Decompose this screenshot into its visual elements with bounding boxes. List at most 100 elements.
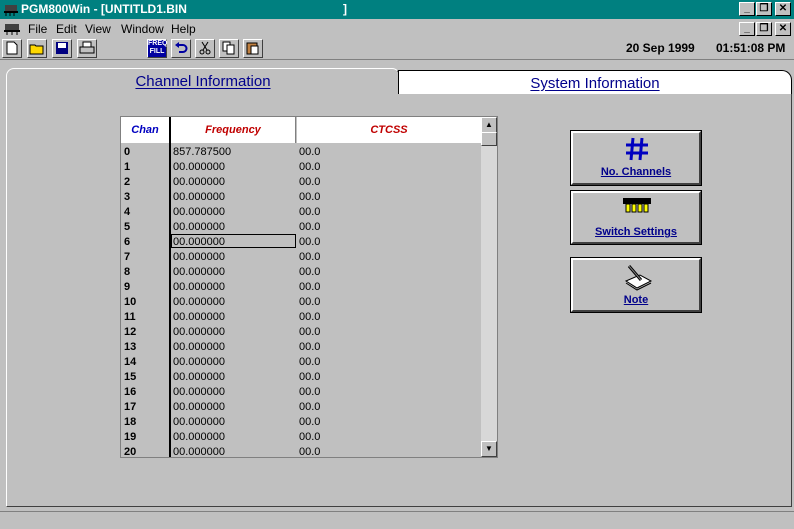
minimize-button[interactable]: _ — [739, 2, 755, 16]
cell-ctcss[interactable]: 00.0 — [299, 235, 320, 249]
cell-ctcss[interactable]: 00.0 — [299, 445, 320, 457]
cell-ctcss[interactable]: 00.0 — [299, 160, 320, 174]
table-row[interactable]: 16 00.000000 00.0 — [121, 385, 481, 400]
cell-ctcss[interactable]: 00.0 — [299, 430, 320, 444]
child-close-button[interactable]: ✕ — [775, 22, 791, 36]
menu-window[interactable]: Window — [121, 22, 164, 36]
cell-ctcss[interactable]: 00.0 — [299, 190, 320, 204]
table-row[interactable]: 14 00.000000 00.0 — [121, 355, 481, 370]
menu-edit[interactable]: Edit — [56, 22, 77, 36]
cell-ctcss[interactable]: 00.0 — [299, 400, 320, 414]
cell-ctcss[interactable]: 00.0 — [299, 415, 320, 429]
print-button[interactable] — [77, 39, 97, 58]
cell-frequency[interactable]: 00.000000 — [173, 355, 225, 369]
cell-ctcss[interactable]: 00.0 — [299, 310, 320, 324]
tab-system-information[interactable]: System Information — [398, 70, 792, 94]
cell-frequency[interactable]: 00.000000 — [173, 325, 225, 339]
menu-file[interactable]: File — [28, 22, 47, 36]
cell-ctcss[interactable]: 00.0 — [299, 145, 320, 159]
paste-button[interactable] — [243, 39, 263, 58]
menu-view[interactable]: View — [85, 22, 111, 36]
no-channels-button[interactable]: No. Channels — [570, 130, 702, 186]
cell-ctcss[interactable]: 00.0 — [299, 370, 320, 384]
cell-frequency[interactable]: 00.000000 — [173, 385, 225, 399]
table-row[interactable]: 0 857.787500 00.0 — [121, 145, 481, 160]
table-row[interactable]: 11 00.000000 00.0 — [121, 310, 481, 325]
new-file-button[interactable] — [2, 39, 22, 58]
cell-ctcss[interactable]: 00.0 — [299, 340, 320, 354]
cell-ctcss[interactable]: 00.0 — [299, 205, 320, 219]
table-row[interactable]: 6 00.000000 00.0 — [121, 234, 481, 250]
cell-ctcss[interactable]: 00.0 — [299, 295, 320, 309]
freq-fill-button[interactable]: FREQ FILL — [147, 39, 167, 58]
document-icon[interactable] — [3, 22, 21, 36]
table-row[interactable]: 2 00.000000 00.0 — [121, 175, 481, 190]
cell-frequency[interactable]: 00.000000 — [173, 430, 225, 444]
table-row[interactable]: 5 00.000000 00.0 — [121, 220, 481, 235]
restore-button[interactable]: ❐ — [756, 2, 772, 16]
header-frequency[interactable]: Frequency — [171, 117, 296, 143]
open-file-button[interactable] — [27, 39, 47, 58]
table-row[interactable]: 20 00.000000 00.0 — [121, 445, 481, 457]
tab-channel-information[interactable]: Channel Information — [6, 68, 400, 94]
cell-frequency[interactable]: 00.000000 — [173, 280, 225, 294]
close-button[interactable]: ✕ — [775, 2, 791, 16]
cell-frequency[interactable]: 00.000000 — [173, 415, 225, 429]
cell-frequency[interactable]: 00.000000 — [173, 310, 225, 324]
header-ctcss[interactable]: CTCSS — [297, 117, 481, 143]
table-row[interactable]: 1 00.000000 00.0 — [121, 160, 481, 175]
table-row[interactable]: 8 00.000000 00.0 — [121, 265, 481, 280]
table-row[interactable]: 15 00.000000 00.0 — [121, 370, 481, 385]
save-button[interactable] — [52, 39, 72, 58]
cell-frequency[interactable]: 00.000000 — [173, 445, 225, 457]
cell-frequency[interactable]: 00.000000 — [173, 265, 225, 279]
table-row[interactable]: 12 00.000000 00.0 — [121, 325, 481, 340]
cell-ctcss[interactable]: 00.0 — [299, 250, 320, 264]
cell-chan: 14 — [124, 356, 137, 368]
table-row[interactable]: 19 00.000000 00.0 — [121, 430, 481, 445]
note-button[interactable]: Note — [570, 257, 702, 313]
printer-icon — [79, 41, 95, 54]
cell-frequency[interactable]: 00.000000 — [173, 220, 225, 234]
cell-frequency[interactable]: 00.000000 — [173, 370, 225, 384]
cell-frequency[interactable]: 00.000000 — [173, 295, 225, 309]
cell-frequency[interactable]: 00.000000 — [173, 190, 225, 204]
cell-frequency[interactable]: 00.000000 — [173, 205, 225, 219]
cell-frequency[interactable]: 00.000000 — [173, 160, 225, 174]
table-row[interactable]: 3 00.000000 00.0 — [121, 190, 481, 205]
cell-frequency[interactable]: 00.000000 — [173, 340, 225, 354]
cell-ctcss[interactable]: 00.0 — [299, 175, 320, 189]
cell-frequency[interactable]: 00.000000 — [173, 175, 225, 189]
switch-settings-button[interactable]: Switch Settings — [570, 190, 702, 245]
header-chan[interactable]: Chan — [121, 117, 169, 143]
table-row[interactable]: 9 00.000000 00.0 — [121, 280, 481, 295]
table-row[interactable]: 18 00.000000 00.0 — [121, 415, 481, 430]
cell-ctcss[interactable]: 00.0 — [299, 220, 320, 234]
copy-button[interactable] — [219, 39, 239, 58]
scroll-down-button[interactable]: ▼ — [481, 441, 497, 457]
cell-ctcss[interactable]: 00.0 — [299, 280, 320, 294]
table-row[interactable]: 13 00.000000 00.0 — [121, 340, 481, 355]
table-row[interactable]: 17 00.000000 00.0 — [121, 400, 481, 415]
child-minimize-button[interactable]: _ — [739, 22, 755, 36]
cell-ctcss[interactable]: 00.0 — [299, 385, 320, 399]
child-restore-button[interactable]: ❐ — [756, 22, 772, 36]
cell-frequency[interactable]: 00.000000 — [173, 400, 225, 414]
channel-grid[interactable]: Chan Frequency CTCSS 0 857.787500 00.0 1 00.… — [120, 116, 498, 458]
title-bar[interactable]: PGM800Win - [UNTITLD1.BIN ] _ ❐ ✕ — [0, 0, 794, 19]
cell-ctcss[interactable]: 00.0 — [299, 355, 320, 369]
menu-help[interactable]: Help — [171, 22, 196, 36]
table-row[interactable]: 7 00.000000 00.0 — [121, 250, 481, 265]
undo-button[interactable] — [171, 39, 191, 58]
scroll-up-button[interactable]: ▲ — [481, 117, 497, 133]
cell-ctcss[interactable]: 00.0 — [299, 265, 320, 279]
scroll-thumb[interactable] — [481, 132, 497, 146]
table-row[interactable]: 4 00.000000 00.0 — [121, 205, 481, 220]
cell-frequency[interactable]: 857.787500 — [173, 145, 231, 159]
vertical-scrollbar[interactable]: ▲ ▼ — [481, 117, 497, 457]
cell-frequency[interactable]: 00.000000 — [173, 250, 225, 264]
table-row[interactable]: 10 00.000000 00.0 — [121, 295, 481, 310]
cell-ctcss[interactable]: 00.0 — [299, 325, 320, 339]
cut-button[interactable] — [195, 39, 215, 58]
menu-bar: File Edit View Window Help _ ❐ ✕ — [0, 19, 794, 38]
